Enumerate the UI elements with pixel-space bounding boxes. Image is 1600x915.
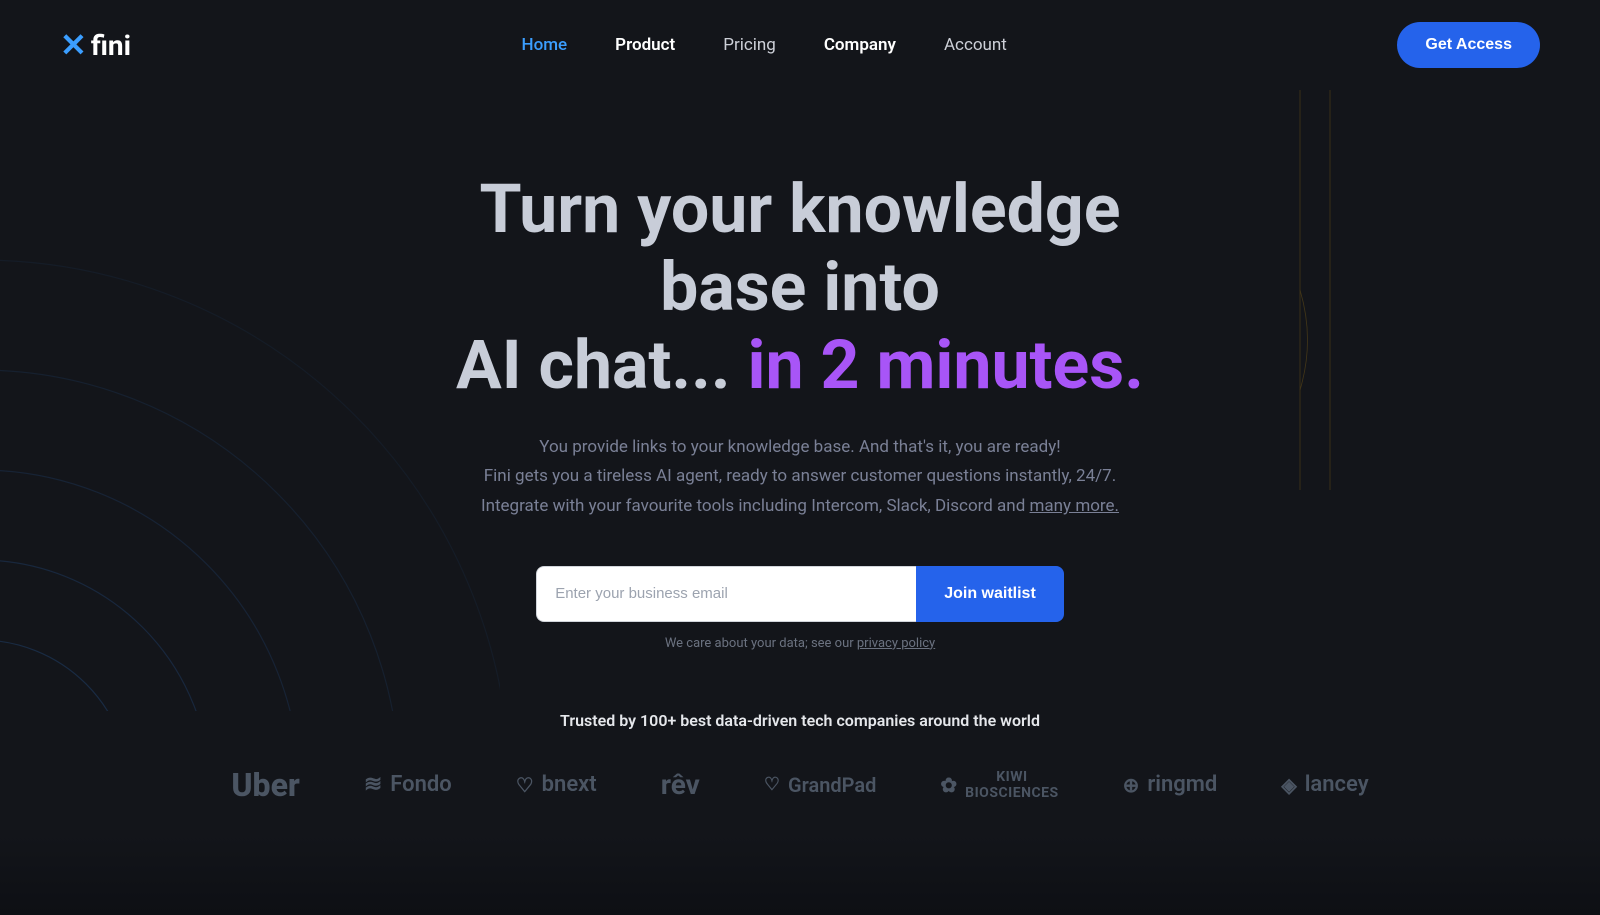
nav-item-pricing[interactable]: Pricing — [723, 35, 776, 55]
logo-lancey: ◈ lancey — [1281, 772, 1368, 797]
hero-headline: Turn your knowledge base into AI chat...… — [400, 170, 1200, 405]
grandpad-text: GrandPad — [788, 773, 876, 797]
hero-subtext: You provide links to your knowledge base… — [481, 433, 1119, 522]
logo-bnext: ♡ bnext — [516, 772, 597, 797]
headline-part1: Turn your knowledge base into — [480, 169, 1121, 327]
fondo-text: Fondo — [390, 772, 451, 797]
trusted-title: Trusted by 100+ best data-driven tech co… — [60, 711, 1540, 730]
hero-sub-line1: You provide links to your knowledge base… — [539, 437, 1060, 457]
lancey-icon: ◈ — [1281, 773, 1296, 797]
logo-uber: Uber — [231, 766, 299, 804]
nav-link-company[interactable]: Company — [824, 35, 896, 55]
uber-text: Uber — [231, 766, 299, 804]
hero-sub-line2: Fini gets you a tireless AI agent, ready… — [484, 466, 1116, 486]
bottom-fade — [0, 835, 1600, 915]
logo-grandpad: ♡ GrandPad — [764, 773, 877, 797]
headline-highlight: in 2 minutes. — [748, 325, 1144, 405]
logo[interactable]: ✕ fini — [60, 26, 131, 64]
email-form: Join waitlist — [536, 566, 1064, 622]
logo-text: fini — [91, 29, 131, 62]
nav-link-home[interactable]: Home — [522, 35, 568, 55]
kiwi-icon: ✿ — [940, 773, 957, 797]
trusted-section: Trusted by 100+ best data-driven tech co… — [0, 711, 1600, 804]
nav-item-product[interactable]: Product — [615, 35, 675, 55]
nav-link-pricing[interactable]: Pricing — [723, 35, 776, 55]
nav-item-account[interactable]: Account — [944, 35, 1007, 55]
logo-ringmd: ⊕ ringmd — [1123, 772, 1218, 797]
grandpad-icon: ♡ — [764, 774, 780, 795]
logo-fondo: ≋ Fondo — [364, 772, 452, 797]
get-access-button[interactable]: Get Access — [1397, 22, 1540, 68]
lancey-text: lancey — [1305, 772, 1369, 797]
nav-link-product[interactable]: Product — [615, 35, 675, 55]
hero-section: Turn your knowledge base into AI chat...… — [0, 90, 1600, 711]
nav-links: Home Product Pricing Company Account — [522, 35, 1007, 55]
bnext-text: bnext — [542, 772, 597, 797]
nav-right: Get Access — [1397, 22, 1540, 68]
privacy-note: We care about your data; see our privacy… — [665, 636, 935, 651]
nav-item-company[interactable]: Company — [824, 35, 896, 55]
email-input[interactable] — [536, 566, 916, 622]
logos-row: Uber ≋ Fondo ♡ bnext rêv ♡ GrandPad ✿ KI… — [60, 766, 1540, 804]
fondo-icon: ≋ — [364, 772, 382, 797]
rev-text: rêv — [661, 768, 700, 801]
privacy-policy-link[interactable]: privacy policy — [857, 636, 935, 651]
bnext-icon: ♡ — [516, 773, 534, 797]
ringmd-text: ringmd — [1147, 772, 1217, 797]
logo-rev: rêv — [661, 768, 700, 801]
logo-kiwi: ✿ KIWIBIOSCIENCES — [940, 769, 1058, 801]
join-waitlist-button[interactable]: Join waitlist — [916, 566, 1064, 622]
ringmd-icon: ⊕ — [1123, 773, 1140, 797]
logo-icon: ✕ — [60, 26, 87, 64]
hero-sub-line3: Integrate with your favourite tools incl… — [481, 496, 1030, 516]
nav-item-home[interactable]: Home — [522, 35, 568, 55]
privacy-text: We care about your data; see our — [665, 636, 857, 651]
hero-sub-link[interactable]: many more. — [1030, 496, 1120, 516]
headline-part2: AI chat... — [456, 325, 747, 405]
kiwi-text: KIWIBIOSCIENCES — [965, 769, 1058, 801]
nav-link-account[interactable]: Account — [944, 35, 1007, 55]
navbar: ✕ fini Home Product Pricing Company Acco… — [0, 0, 1600, 90]
